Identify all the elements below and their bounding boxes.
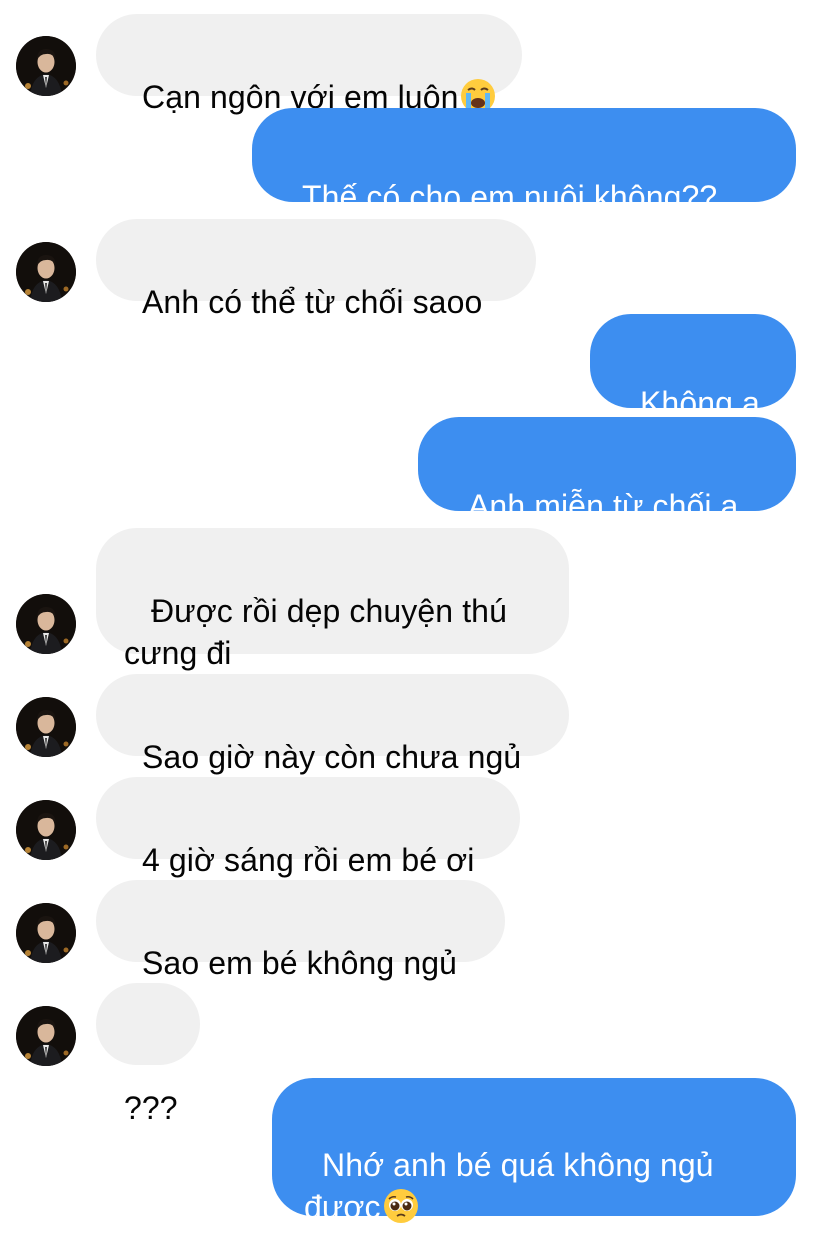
message-text: Sao giờ này còn chưa ngủ	[141, 739, 522, 775]
message-text: ???	[124, 1090, 178, 1126]
contact-avatar[interactable]	[16, 1006, 76, 1066]
contact-avatar[interactable]	[16, 242, 76, 302]
contact-avatar[interactable]	[16, 697, 76, 757]
pleading-face-icon	[383, 1188, 419, 1224]
message-text: Nhớ anh bé quá không ngủ được	[304, 1147, 714, 1225]
contact-avatar[interactable]	[16, 903, 76, 963]
contact-avatar[interactable]	[16, 36, 76, 96]
message-text: Anh miễn từ chối ạ	[467, 488, 739, 524]
outgoing-message-bubble[interactable]: Không ạ	[590, 314, 796, 421]
outgoing-message-bubble[interactable]: Thế có cho em nuôi không??	[252, 108, 796, 215]
message-text: Anh có thể từ chối saoo	[141, 284, 483, 320]
incoming-message-bubble[interactable]: ???	[96, 983, 200, 1126]
message-text: Được rồi dẹp chuyện thú cưng đi	[124, 593, 507, 671]
outgoing-message-bubble[interactable]: Anh miễn từ chối ạ	[418, 417, 796, 524]
outgoing-message-bubble[interactable]: Nhớ anh bé quá không ngủ được	[272, 1078, 796, 1225]
message-text: Thế có cho em nuôi không??	[301, 179, 718, 215]
incoming-message-bubble[interactable]: Anh có thể từ chối saoo	[96, 219, 536, 320]
message-text: 4 giờ sáng rồi em bé ơi	[141, 842, 475, 878]
incoming-message-bubble[interactable]: Sao em bé không ngủ	[96, 880, 505, 981]
incoming-message-bubble[interactable]: Được rồi dẹp chuyện thú cưng đi	[96, 528, 569, 671]
message-text: Sao em bé không ngủ	[141, 945, 458, 981]
incoming-message-bubble[interactable]: Cạn ngôn với em luôn	[96, 14, 523, 115]
contact-avatar[interactable]	[16, 594, 76, 654]
contact-avatar[interactable]	[16, 800, 76, 860]
message-text: Không ạ	[639, 385, 760, 421]
incoming-message-bubble[interactable]: Sao giờ này còn chưa ngủ	[96, 674, 569, 775]
incoming-message-bubble[interactable]: 4 giờ sáng rồi em bé ơi	[96, 777, 520, 878]
